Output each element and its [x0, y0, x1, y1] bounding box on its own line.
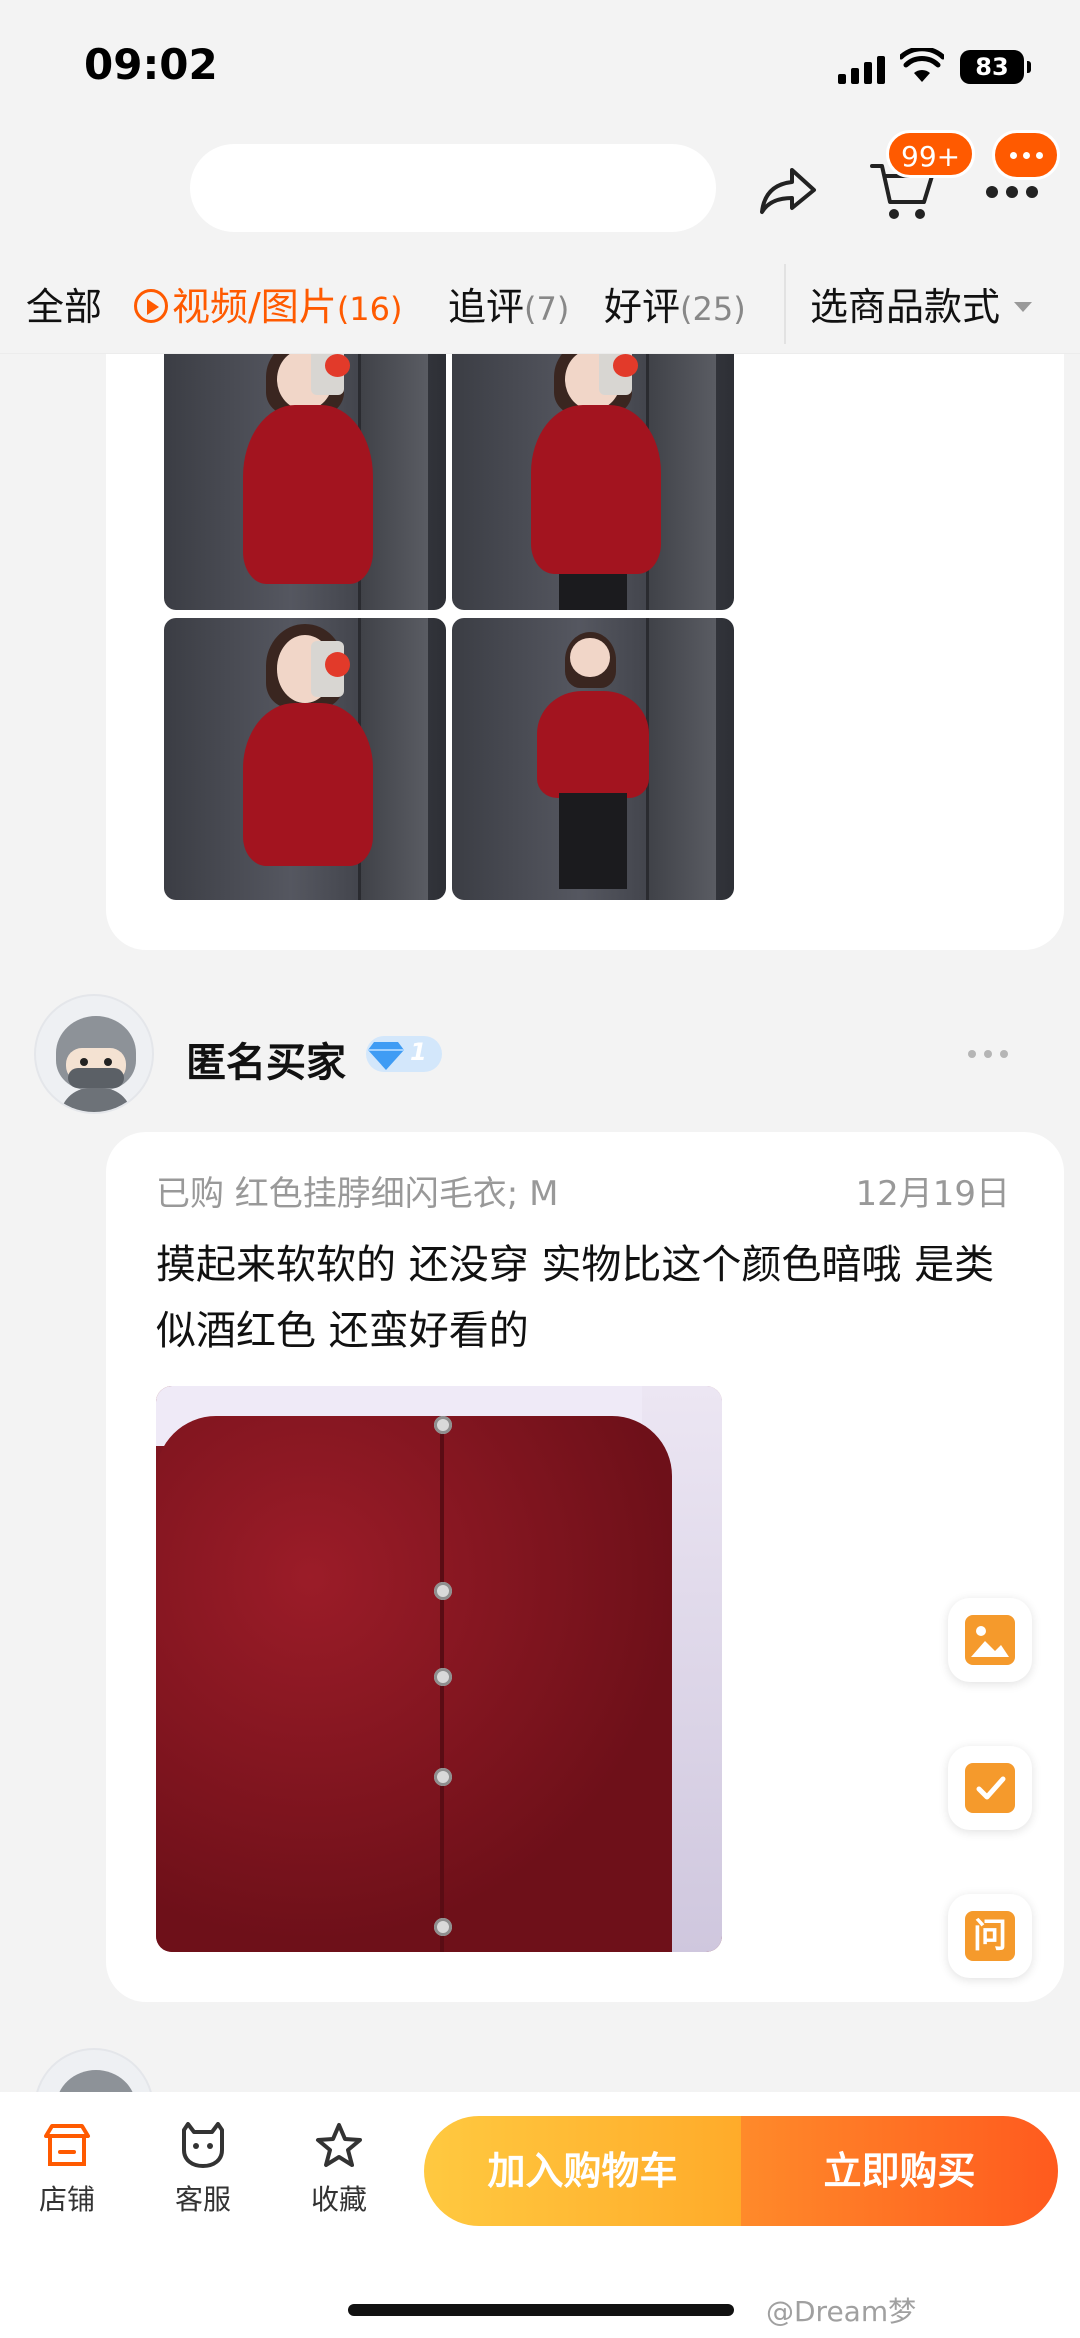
play-icon: [134, 289, 168, 323]
review-photo[interactable]: [164, 354, 446, 610]
select-style-label: 选商品款式: [810, 285, 1001, 329]
review-photo[interactable]: [164, 618, 446, 900]
vip-level: 1: [410, 1038, 427, 1066]
reviewer-avatar[interactable]: [34, 994, 154, 1114]
tab-divider: [784, 264, 786, 344]
review-photo-cardigan[interactable]: [156, 1386, 722, 1952]
share-icon[interactable]: [756, 158, 820, 222]
store-label: 店铺: [38, 2183, 95, 2216]
service-label: 客服: [174, 2183, 231, 2216]
favorite-button[interactable]: 收藏: [294, 2122, 384, 2218]
image-filter-button[interactable]: [948, 1598, 1032, 1682]
purchased-variant: 已购 红色挂脖细闪毛衣; M: [156, 1174, 559, 1214]
ask-button[interactable]: 问: [948, 1894, 1032, 1978]
tab-label: 追评: [448, 285, 525, 329]
message-badge[interactable]: [992, 130, 1060, 180]
cellular-signal-icon: [838, 56, 885, 84]
review-photo[interactable]: [452, 618, 734, 900]
store-button[interactable]: 店铺: [22, 2122, 112, 2218]
tab-video-image[interactable]: 视频/图片(16): [134, 276, 403, 331]
wifi-icon: [900, 48, 944, 82]
tab-follow-up[interactable]: 追评(7): [448, 276, 569, 331]
star-icon: [316, 2123, 362, 2167]
tab-label: 好评: [604, 285, 681, 329]
home-indicator[interactable]: [348, 2304, 734, 2316]
tab-label: 全部: [26, 285, 103, 329]
search-bar[interactable]: [190, 144, 716, 232]
ask-label: 问: [965, 1911, 1015, 1961]
vip-level-badge: 1: [366, 1036, 442, 1072]
tab-count: (7): [524, 290, 570, 328]
tab-label: 视频/图片: [172, 285, 337, 329]
checklist-button[interactable]: [948, 1746, 1032, 1830]
checklist-icon: [965, 1763, 1015, 1813]
service-icon: [182, 2122, 224, 2168]
tab-positive[interactable]: 好评(25): [604, 276, 746, 331]
review-more-icon[interactable]: [968, 1050, 1008, 1058]
bottom-action-bar: 店铺 客服 收藏 加入购物车 立即购买: [0, 2092, 1080, 2338]
review-date: 12月19日: [855, 1174, 1010, 1214]
image-icon: [965, 1615, 1015, 1665]
tab-count: (25): [680, 290, 746, 328]
status-time: 09:02: [84, 40, 218, 89]
watermark: @Dream梦: [766, 2295, 917, 2328]
status-bar: 09:02 83: [0, 0, 1080, 130]
purchase-actions: 加入购物车 立即购买: [424, 2116, 1058, 2226]
cart-badge: 99+: [886, 130, 976, 178]
store-icon: [44, 2124, 90, 2166]
add-to-cart-button[interactable]: 加入购物车: [424, 2116, 741, 2226]
select-style-dropdown[interactable]: 选商品款式: [810, 276, 1033, 331]
favorite-label: 收藏: [310, 2183, 367, 2216]
buy-now-button[interactable]: 立即购买: [741, 2116, 1058, 2226]
service-button[interactable]: 客服: [158, 2122, 248, 2218]
tab-all[interactable]: 全部: [26, 276, 102, 331]
review-filter-tabs: 全部 视频/图片(16) 追评(7) 好评(25) 选商品款式: [0, 254, 1080, 354]
tab-count: (16): [336, 290, 403, 328]
diamond-icon: [368, 1042, 404, 1070]
review-photo[interactable]: [452, 354, 734, 610]
review-card-previous: [106, 354, 1064, 950]
review-text: 摸起来软软的 还没穿 实物比这个颜色暗哦 是类似酒红色 还蛮好看的: [156, 1242, 995, 1354]
caret-down-icon: [1014, 302, 1033, 312]
reviewer-name: 匿名买家: [186, 1040, 346, 1086]
battery-indicator: 83: [960, 50, 1031, 84]
